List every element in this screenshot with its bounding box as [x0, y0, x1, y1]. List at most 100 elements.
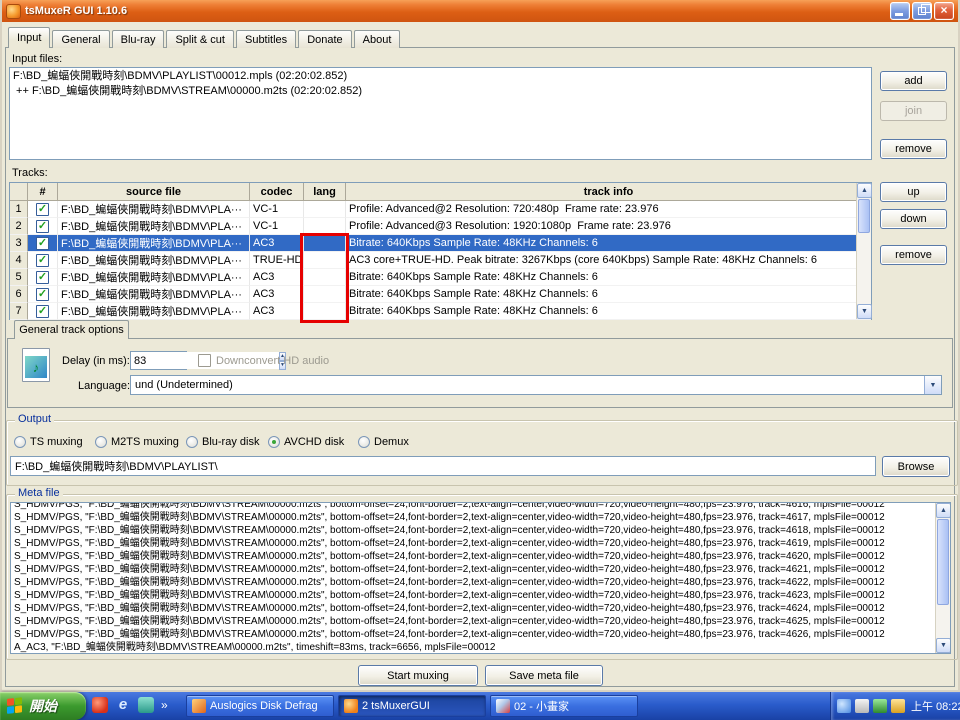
input-file-item[interactable]: F:\BD_蝙蝠俠開戰時刻\BDMV\PLAYLIST\00012.mpls (… [13, 69, 868, 84]
restore-button[interactable] [912, 2, 932, 20]
row-number: 5 [10, 269, 28, 286]
header-lang[interactable]: lang [304, 183, 346, 201]
defrag-app-icon [192, 699, 206, 713]
tab-split-cut[interactable]: Split & cut [166, 30, 234, 48]
track-row-6[interactable]: 6 ✓ F:\BD_蝙蝠俠開戰時刻\BDMV\PLA··· AC3 Bitrat… [10, 286, 871, 303]
up-button[interactable]: up [880, 182, 947, 202]
track-info: Bitrate: 640Kbps Sample Rate: 48KHz Chan… [346, 235, 871, 252]
down-button[interactable]: down [880, 209, 947, 229]
meta-line: A_AC3, "F:\BD_蝙蝠俠開戰時刻\BDMV\STREAM\00000.… [14, 641, 933, 654]
show-desktop-icon[interactable] [138, 697, 154, 713]
task-label: 02 - 小畫家 [514, 698, 569, 714]
meta-scrollbar[interactable]: ▲ ▼ [935, 503, 950, 653]
meta-file-textarea[interactable]: S_HDMV/PGS, "F:\BD_蝙蝠俠開戰時刻\BDMV\STREAM\0… [10, 502, 951, 654]
checkbox-check-icon: ✓ [36, 237, 49, 250]
track-row-3-selected[interactable]: 3 ✓ F:\BD_蝙蝠俠開戰時刻\BDMV\PLA··· AC3 Bitrat… [10, 235, 871, 252]
tracks-table: # source file codec lang track info 1 ✓ … [9, 182, 872, 320]
meta-line: S_HDMV/PGS, "F:\BD_蝙蝠俠開戰時刻\BDMV\STREAM\0… [14, 502, 933, 511]
track-checkbox[interactable]: ✓ [28, 218, 58, 235]
radio-avchd-disk[interactable]: AVCHD disk [268, 435, 344, 449]
scroll-down-icon[interactable]: ▼ [857, 304, 872, 319]
browse-button[interactable]: Browse [882, 456, 950, 477]
clock[interactable]: 上午 08:22 [911, 698, 960, 714]
dropdown-icon[interactable]: ▼ [924, 376, 941, 394]
checkbox-check-icon: ✓ [36, 305, 49, 318]
tablet-pen-tray-icon[interactable] [855, 699, 869, 713]
track-checkbox[interactable]: ✓ [28, 269, 58, 286]
scroll-thumb[interactable] [937, 519, 949, 605]
meta-line: S_HDMV/PGS, "F:\BD_蝙蝠俠開戰時刻\BDMV\STREAM\0… [14, 589, 933, 602]
tab-about[interactable]: About [354, 30, 401, 48]
meta-file-group-label: Meta file [15, 487, 63, 499]
track-checkbox[interactable]: ✓ [28, 252, 58, 269]
track-source: F:\BD_蝙蝠俠開戰時刻\BDMV\PLA··· [58, 303, 250, 320]
general-track-options-tab[interactable]: General track options [14, 320, 129, 339]
add-button[interactable]: add [880, 71, 947, 91]
track-checkbox[interactable]: ✓ [28, 235, 58, 252]
track-checkbox[interactable]: ✓ [28, 286, 58, 303]
row-number: 1 [10, 201, 28, 218]
language-select[interactable]: und (Undetermined) ▼ [130, 375, 942, 395]
close-button[interactable]: × [934, 2, 954, 20]
tab-input[interactable]: Input [8, 27, 50, 48]
meta-file-content: S_HDMV/PGS, "F:\BD_蝙蝠俠開戰時刻\BDMV\STREAM\0… [14, 502, 933, 654]
track-source: F:\BD_蝙蝠俠開戰時刻\BDMV\PLA··· [58, 201, 250, 218]
tab-general[interactable]: General [52, 30, 109, 48]
track-row-2[interactable]: 2 ✓ F:\BD_蝙蝠俠開戰時刻\BDMV\PLA··· VC-1 Profi… [10, 218, 871, 235]
close-icon: × [940, 3, 947, 17]
start-button[interactable]: 開始 [0, 692, 86, 720]
tab-donate[interactable]: Donate [298, 30, 351, 48]
input-file-item[interactable]: ++ F:\BD_蝙蝠俠開戰時刻\BDMV\STREAM\00000.m2ts … [13, 84, 868, 99]
checkbox-check-icon: ✓ [36, 220, 49, 233]
remove-file-button[interactable]: remove [880, 139, 947, 159]
header-track-info[interactable]: track info [346, 183, 871, 201]
radio-circle-icon [14, 436, 26, 448]
minimize-button[interactable] [890, 2, 910, 20]
radio-demux[interactable]: Demux [358, 435, 409, 449]
windows-logo-icon [7, 697, 24, 715]
track-row-1[interactable]: 1 ✓ F:\BD_蝙蝠俠開戰時刻\BDMV\PLA··· VC-1 Profi… [10, 201, 871, 218]
update-tray-icon[interactable] [891, 699, 905, 713]
header-num[interactable]: # [28, 183, 58, 201]
tab-subtitles[interactable]: Subtitles [236, 30, 296, 48]
radio-circle-icon [95, 436, 107, 448]
scroll-thumb[interactable] [858, 199, 870, 233]
task-paint[interactable]: 02 - 小畫家 [490, 695, 638, 717]
header-source-file[interactable]: source file [58, 183, 250, 201]
track-checkbox[interactable]: ✓ [28, 303, 58, 320]
radio-ts-muxing[interactable]: TS muxing [14, 435, 83, 449]
track-row-4[interactable]: 4 ✓ F:\BD_蝙蝠俠開戰時刻\BDMV\PLA··· TRUE-HD AC… [10, 252, 871, 269]
media-player-icon[interactable] [92, 697, 108, 713]
titlebar[interactable]: tsMuxeR GUI 1.10.6 × [2, 0, 958, 22]
scroll-up-icon[interactable]: ▲ [857, 183, 872, 198]
delay-stepper[interactable]: ▲ ▼ [130, 351, 187, 370]
task-tsmuxergui[interactable]: 2 tsMuxerGUI [338, 695, 486, 717]
task-auslogics[interactable]: Auslogics Disk Defrag [186, 695, 334, 717]
track-lang [304, 201, 346, 218]
output-path-input[interactable] [10, 456, 876, 476]
radio-circle-icon [268, 436, 280, 448]
remove-track-button[interactable]: remove [880, 245, 947, 265]
track-checkbox[interactable]: ✓ [28, 201, 58, 218]
quicklaunch-overflow-icon[interactable]: » [161, 698, 168, 712]
track-info: AC3 core+TRUE-HD. Peak bitrate: 3267Kbps… [346, 252, 871, 269]
track-row-5[interactable]: 5 ✓ F:\BD_蝙蝠俠開戰時刻\BDMV\PLA··· AC3 Bitrat… [10, 269, 871, 286]
paint-app-icon [496, 699, 510, 713]
save-meta-file-button[interactable]: Save meta file [485, 665, 603, 686]
header-codec[interactable]: codec [250, 183, 304, 201]
tab-bluray[interactable]: Blu-ray [112, 30, 165, 48]
track-row-7[interactable]: 7 ✓ F:\BD_蝙蝠俠開戰時刻\BDMV\PLA··· AC3 Bitrat… [10, 303, 871, 320]
radio-bluray-disk[interactable]: Blu-ray disk [186, 435, 259, 449]
tracks-scrollbar[interactable]: ▲ ▼ [856, 183, 871, 319]
radio-m2ts-muxing[interactable]: M2TS muxing [95, 435, 179, 449]
input-files-list[interactable]: F:\BD_蝙蝠俠開戰時刻\BDMV\PLAYLIST\00012.mpls (… [9, 67, 872, 160]
scroll-up-icon[interactable]: ▲ [936, 503, 951, 518]
scroll-down-icon[interactable]: ▼ [936, 638, 951, 653]
taskbar: 開始 e » Auslogics Disk Defrag 2 tsMuxerGU… [0, 692, 960, 720]
delay-label: Delay (in ms): [62, 355, 130, 367]
row-number: 7 [10, 303, 28, 320]
start-muxing-button[interactable]: Start muxing [358, 665, 478, 686]
messenger-tray-icon[interactable] [837, 699, 851, 713]
safety-tray-icon[interactable] [873, 699, 887, 713]
internet-explorer-icon[interactable]: e [115, 697, 131, 713]
